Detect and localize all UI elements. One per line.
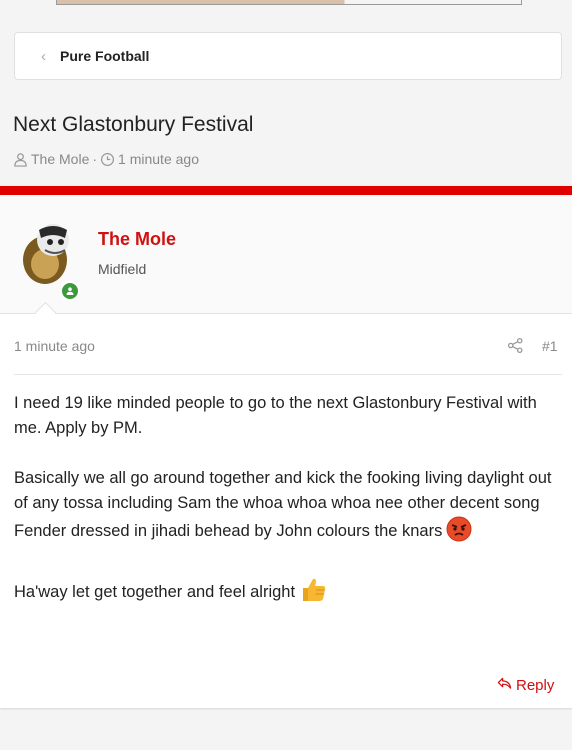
post-card: The Mole Midfield 1 minute ago #1 I need… [0, 186, 572, 708]
online-status-icon [60, 281, 80, 301]
reply-button[interactable]: Reply [497, 676, 554, 694]
chevron-left-icon: ‹ [41, 47, 46, 65]
post-body: I need 19 like minded people to go to th… [14, 391, 560, 636]
share-icon[interactable] [507, 337, 524, 359]
post-number[interactable]: #1 [542, 338, 558, 354]
post-author-role: Midfield [98, 261, 147, 277]
post-paragraph: I need 19 like minded people to go to th… [14, 391, 560, 441]
clock-icon [100, 152, 115, 167]
thread-meta: The Mole · 1 minute ago [13, 151, 199, 167]
thread-time: 1 minute ago [118, 151, 199, 167]
post-divider [14, 374, 562, 375]
post-author-name[interactable]: The Mole [98, 229, 176, 250]
post-paragraph: Ha'way let get together and feel alright [14, 575, 560, 611]
thread-author[interactable]: The Mole [31, 151, 89, 167]
breadcrumb[interactable]: ‹ Pure Football [14, 32, 562, 80]
post-time[interactable]: 1 minute ago [14, 338, 95, 354]
thumbs-up-emoji [299, 575, 327, 611]
meta-separator: · [92, 151, 98, 167]
avatar[interactable] [15, 220, 81, 286]
post-paragraph-text: Ha'way let get together and feel alright [14, 583, 296, 601]
reply-icon [497, 676, 512, 694]
user-icon [13, 152, 28, 167]
post-author-area: The Mole Midfield [0, 195, 572, 314]
top-banner-edge [56, 0, 522, 5]
reply-label: Reply [516, 676, 555, 694]
post-paragraph-text: I need 19 like minded people to go to th… [14, 394, 537, 437]
breadcrumb-label[interactable]: Pure Football [60, 48, 149, 64]
angry-face-emoji [446, 516, 472, 550]
post-paragraph: Basically we all go around together and … [14, 466, 560, 550]
thread-title: Next Glastonbury Festival [13, 113, 254, 136]
